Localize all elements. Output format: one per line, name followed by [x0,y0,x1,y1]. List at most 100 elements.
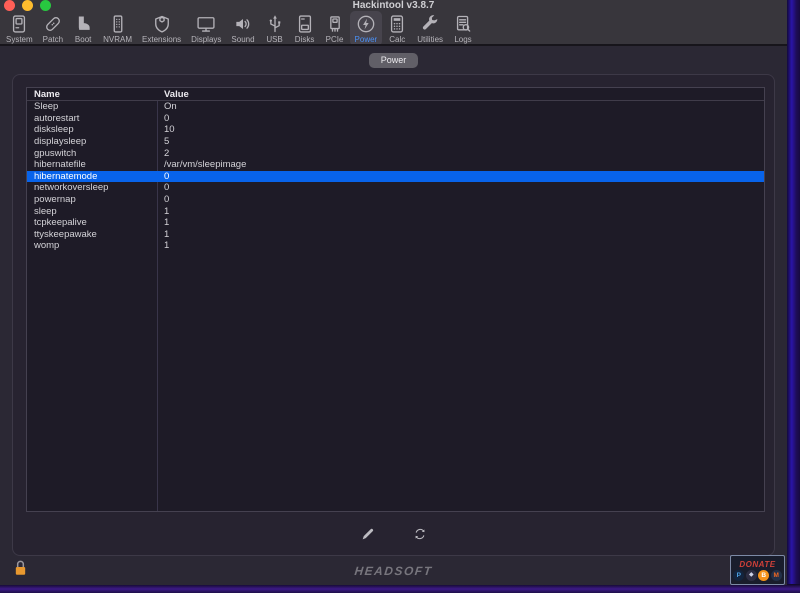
edit-button[interactable] [357,525,379,543]
table-row[interactable]: hibernatefile /var/vm/sleepimage [27,159,764,171]
system-icon [9,13,29,34]
toolbar-item-label: PCIe [325,35,344,44]
toolbar-item-usb[interactable]: USB [260,11,290,46]
column-header-value[interactable]: Value [157,89,189,100]
toolbar-item-disks[interactable]: Disks [290,11,320,46]
pencil-icon [362,528,373,540]
displays-icon [196,13,216,34]
zoom-button[interactable] [40,0,51,11]
donate-label[interactable]: DONATE [739,560,775,569]
table-row[interactable]: womp 1 [27,240,764,252]
toolbar-item-displays[interactable]: Displays [186,11,226,46]
tab-power[interactable]: Power [368,52,419,68]
toolbar-item-pcie[interactable]: PCIe [320,11,350,46]
toolbar-item-label: Patch [42,35,64,44]
utilities-icon [420,13,440,34]
table-row[interactable]: disksleep 10 [27,124,764,136]
row-name: hibernatemode [34,170,98,182]
desktop-strip-right [786,0,800,593]
row-name: networkoversleep [34,182,109,194]
row-name: sleep [34,205,57,217]
toolbar-item-boot[interactable]: Boot [68,11,98,46]
donate-coins: P ◆ B M [733,569,782,581]
toolbar-item-label: System [6,35,33,44]
desktop-background: Hackintool v3.8.7 System Patch Boot NVRA… [0,0,800,593]
row-name: Sleep [34,101,59,113]
logs-icon [453,13,473,34]
nvram-icon [108,13,128,34]
boot-icon [73,13,93,34]
row-value: 0 [164,182,170,194]
table-row[interactable]: networkoversleep 0 [27,182,764,194]
row-value: 2 [164,147,170,159]
table-row[interactable]: displaysleep 5 [27,136,764,148]
paypal-icon[interactable]: P [733,569,745,581]
table-row-selected[interactable]: hibernatemode 0 [27,170,764,183]
table-row[interactable]: sleep 1 [27,205,764,217]
toolbar-item-label: Calc [389,35,406,44]
row-value: 0 [164,112,170,124]
table-header: Name Value [27,88,764,101]
bitcoin-icon[interactable]: B [758,569,770,581]
toolbar-item-label: Sound [231,35,255,44]
refresh-button[interactable] [409,525,431,543]
row-value: 1 [164,205,170,217]
toolbar-item-label: Utilities [417,35,444,44]
toolbar-item-sound[interactable]: Sound [226,11,259,46]
extensions-icon [152,13,172,34]
power-panel: Name Value Sleep On autorestart 0 disksl… [12,74,775,556]
row-value: 1 [164,217,170,229]
usb-icon [265,13,285,34]
toolbar-item-label: Boot [74,35,92,44]
row-name: hibernatefile [34,159,86,171]
toolbar-item-utilities[interactable]: Utilities [412,11,448,46]
row-name: powernap [34,194,76,206]
monero-icon[interactable]: M [770,569,782,581]
toolbar-item-label: Displays [191,35,222,44]
pcie-icon [325,13,345,34]
toolbar-item-label: Logs [454,35,472,44]
row-value: On [164,101,177,113]
minimize-button[interactable] [22,0,33,11]
sound-icon [233,13,253,34]
row-name: ttyskeepawake [34,228,97,240]
toolbar-item-label: Extensions [142,35,182,44]
table-row[interactable]: ttyskeepawake 1 [27,229,764,241]
refresh-icon [415,528,424,540]
table-row[interactable]: gpuswitch 2 [27,147,764,159]
toolbar-item-calc[interactable]: Calc [382,11,412,46]
toolbar-item-nvram[interactable]: NVRAM [98,11,137,46]
table-row[interactable]: autorestart 0 [27,113,764,125]
row-value: 5 [164,136,170,148]
toolbar-item-label: Power [354,35,378,44]
status-footer: HEADSOFT DONATE P ◆ B M [0,555,787,585]
toolbar-item-power[interactable]: Power [349,11,383,46]
row-value: 0 [164,170,170,182]
row-name: disksleep [34,124,74,136]
toolbar-item-label: USB [266,35,283,44]
table-row[interactable]: Sleep On [27,101,764,113]
row-name: gpuswitch [34,147,77,159]
calc-icon [387,13,407,34]
column-header-name[interactable]: Name [27,89,157,100]
donate-box[interactable]: DONATE P ◆ B M [730,555,785,585]
ethereum-icon[interactable]: ◆ [745,569,757,581]
row-value: /var/vm/sleepimage [164,159,247,171]
row-name: displaysleep [34,136,87,148]
row-name: tcpkeepalive [34,217,87,229]
power-icon [356,13,376,34]
toolbar-item-logs[interactable]: Logs [448,11,478,46]
patch-icon [43,13,63,34]
table-row[interactable]: powernap 0 [27,194,764,206]
titlebar-toolbar: Hackintool v3.8.7 System Patch Boot NVRA… [0,0,787,46]
desktop-strip-bottom [0,584,800,593]
table-row[interactable]: tcpkeepalive 1 [27,217,764,229]
toolbar-item-label: NVRAM [103,35,133,44]
toolbar-item-extensions[interactable]: Extensions [137,11,186,46]
toolbar: System Patch Boot NVRAM Extensions Displ… [1,11,478,46]
toolbar-item-patch[interactable]: Patch [38,11,68,46]
row-value: 1 [164,240,170,252]
close-button[interactable] [4,0,15,11]
disks-icon [295,13,315,34]
toolbar-item-system[interactable]: System [1,11,38,46]
